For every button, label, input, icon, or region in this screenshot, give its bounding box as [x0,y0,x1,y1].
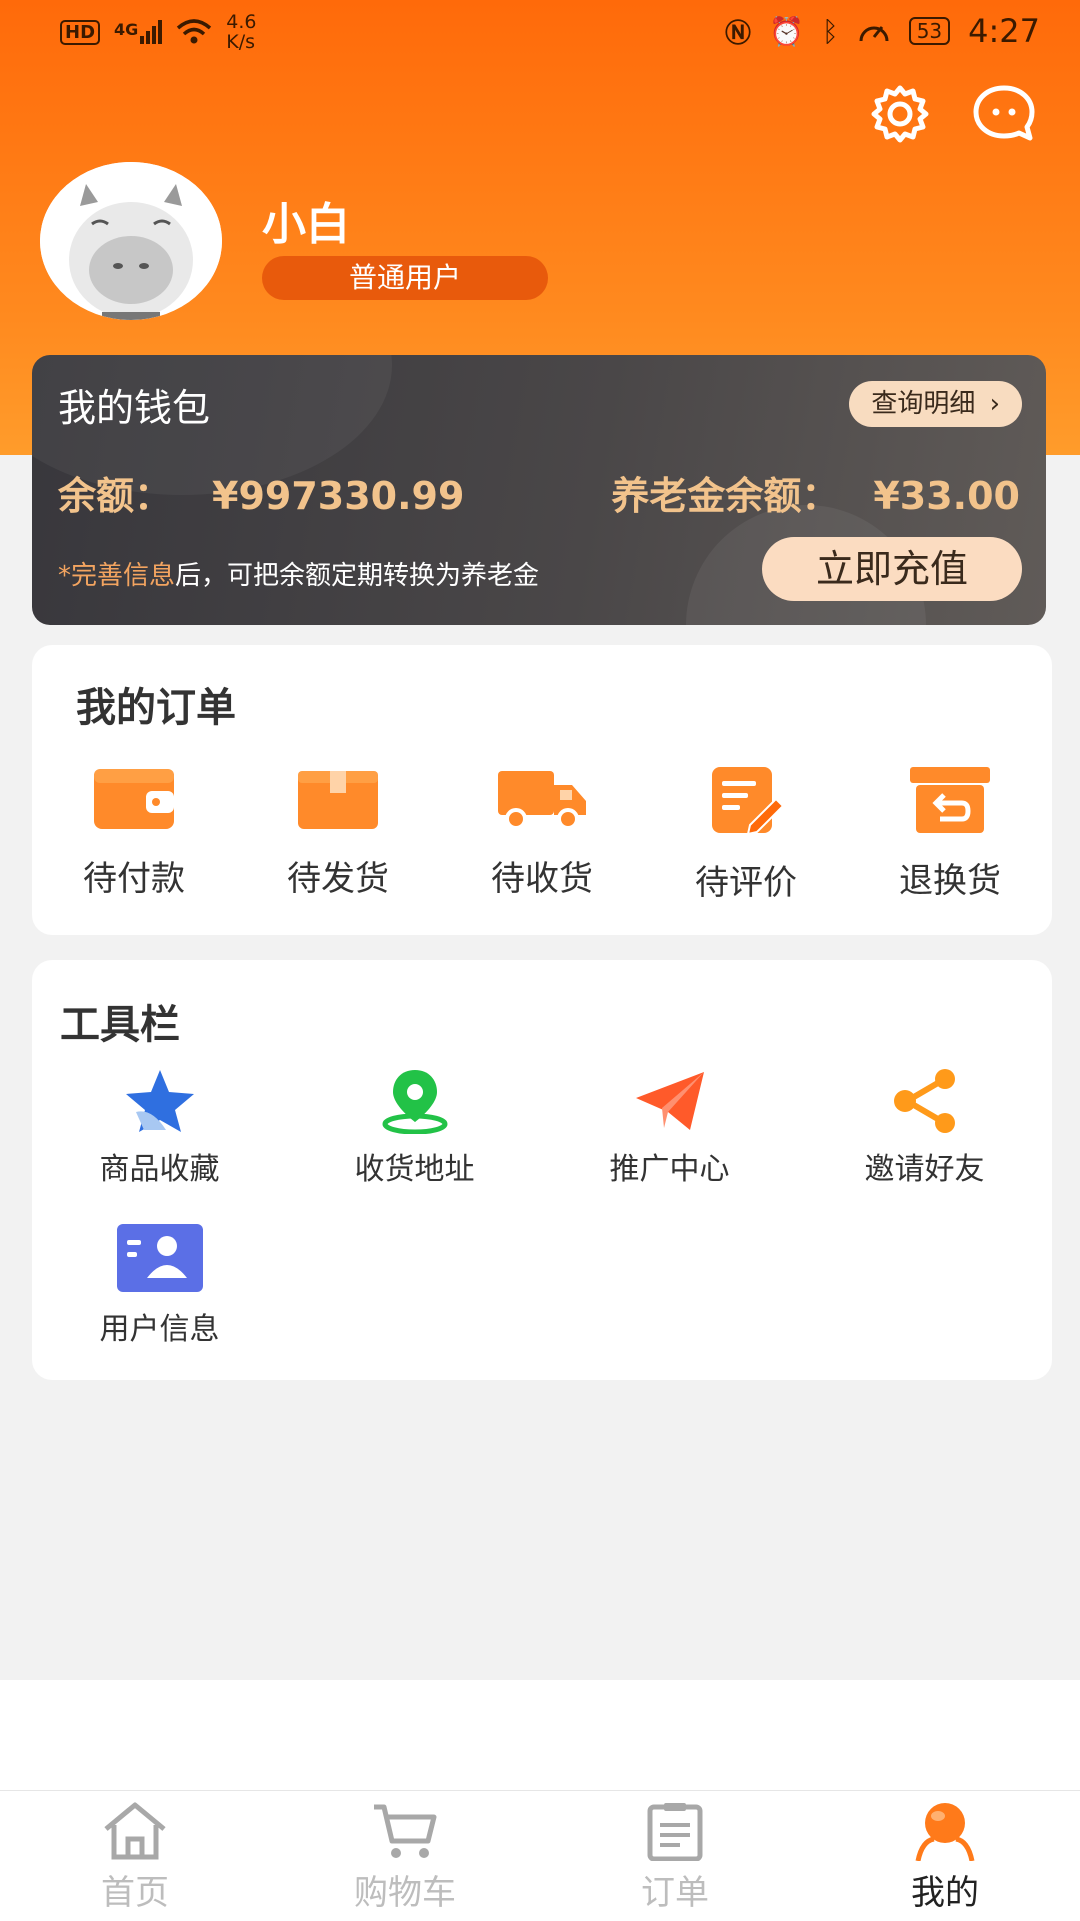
network-speed-value: 4.6 [226,11,257,33]
pension-label: 养老金余额： [611,474,840,518]
query-details-label: 查询明细 [871,389,976,419]
truck-icon [498,771,586,830]
order-label: 待收货 [491,859,593,899]
user-type-badge: 普通用户 [262,256,548,300]
network-label: 4G [114,20,139,39]
order-label: 待发货 [287,859,389,899]
tab-label: 购物车 [354,1873,456,1913]
orders-card: 我的订单 待付款 待发货 待收货 待评价 退换货 [32,645,1052,935]
pension-balance: 养老金余额： ¥33.00 [611,465,1020,520]
speedometer-icon [859,26,889,42]
complete-info-link[interactable]: 完善信息 [71,561,175,591]
share-icon [893,1069,955,1133]
tab-label: 首页 [101,1873,169,1913]
tab-profile[interactable]: 我的 [810,1801,1080,1914]
home-icon [104,1802,166,1860]
tool-label: 收货地址 [354,1152,475,1187]
cow-avatar-icon [40,162,222,320]
order-returns[interactable]: 退换货 [848,765,1052,902]
pension-value: ¥33.00 [873,474,1020,518]
order-label: 退换货 [899,861,1001,901]
tab-label: 我的 [911,1873,979,1913]
tab-cart[interactable]: 购物车 [270,1801,540,1914]
tab-home[interactable]: 首页 [0,1801,270,1914]
tool-label: 商品收藏 [99,1152,220,1187]
tab-orders[interactable]: 订单 [540,1801,810,1914]
tool-label: 用户信息 [99,1312,220,1347]
message-icon[interactable] [972,82,1036,146]
tab-label: 订单 [641,1873,709,1913]
nfc-icon: Ⓝ [724,18,751,49]
order-pending-receipt[interactable]: 待收货 [440,765,644,900]
recharge-button[interactable]: 立即充值 [762,537,1022,601]
tool-label: 邀请好友 [864,1152,985,1187]
balance-value: ¥997330.99 [212,474,465,518]
paper-plane-icon [635,1072,704,1130]
bottom-tab-bar: 首页 购物车 订单 我的 [0,1790,1080,1921]
wallet-hint: *完善信息后，可把余额定期转换为养老金 [58,555,539,592]
network-speed: 4.6 K/s [226,12,256,52]
wallet-card: 我的钱包 查询明细 › 余额： ¥997330.99 养老金余额： ¥33.00 *… [32,355,1046,625]
location-icon [382,1070,447,1134]
return-icon [910,767,990,833]
avatar[interactable] [40,162,222,320]
tool-user-info[interactable]: 用户信息 [32,1222,287,1348]
tool-address[interactable]: 收货地址 [287,1068,542,1188]
order-pending-shipment[interactable]: 待发货 [236,765,440,900]
order-pending-review[interactable]: 待评价 [644,765,848,904]
tool-promotion[interactable]: 推广中心 [542,1068,797,1188]
chevron-right-icon: › [989,389,1000,419]
battery-indicator: 53 [908,17,951,45]
bluetooth-icon: ᛒ [821,14,839,48]
query-details-button[interactable]: 查询明细 › [849,381,1022,427]
clock: 4:27 [968,12,1040,50]
network-speed-unit: K/s [226,31,256,53]
hint-text: 后，可把余额定期转换为养老金 [175,561,540,591]
orders-title: 我的订单 [76,685,236,731]
tool-favorites[interactable]: 商品收藏 [32,1068,287,1188]
hd-indicator: HD [60,19,101,45]
tools-card: 工具栏 商品收藏 收货地址 推广中心 邀请好友 用户信息 [32,960,1052,1380]
id-card-icon [116,1224,203,1292]
order-label: 待付款 [83,859,185,899]
hint-asterisk: * [58,561,71,591]
order-list-icon [647,1803,703,1861]
balance-label: 余额： [58,474,173,518]
order-pending-payment[interactable]: 待付款 [32,765,236,900]
order-label: 待评价 [695,863,797,903]
wifi-icon [177,19,212,44]
wallet-icon [94,769,174,829]
status-bar: HD 4G 4.6 K/s Ⓝ ⏰ ᛒ 53 4:27 [0,0,1080,64]
cart-icon [374,1804,437,1858]
signal-icon: 4G [114,20,163,44]
tool-label: 推广中心 [609,1152,730,1187]
star-icon [125,1070,194,1132]
tools-title: 工具栏 [60,1002,180,1048]
profile-icon [915,1803,975,1861]
review-icon [712,767,785,836]
package-icon [298,771,378,829]
tool-invite[interactable]: 邀请好友 [797,1068,1052,1188]
alarm-icon: ⏰ [769,14,804,48]
gear-icon[interactable] [868,82,932,146]
username: 小白 [262,199,350,250]
balance: 余额： ¥997330.99 [58,465,464,520]
wallet-title: 我的钱包 [58,386,211,430]
